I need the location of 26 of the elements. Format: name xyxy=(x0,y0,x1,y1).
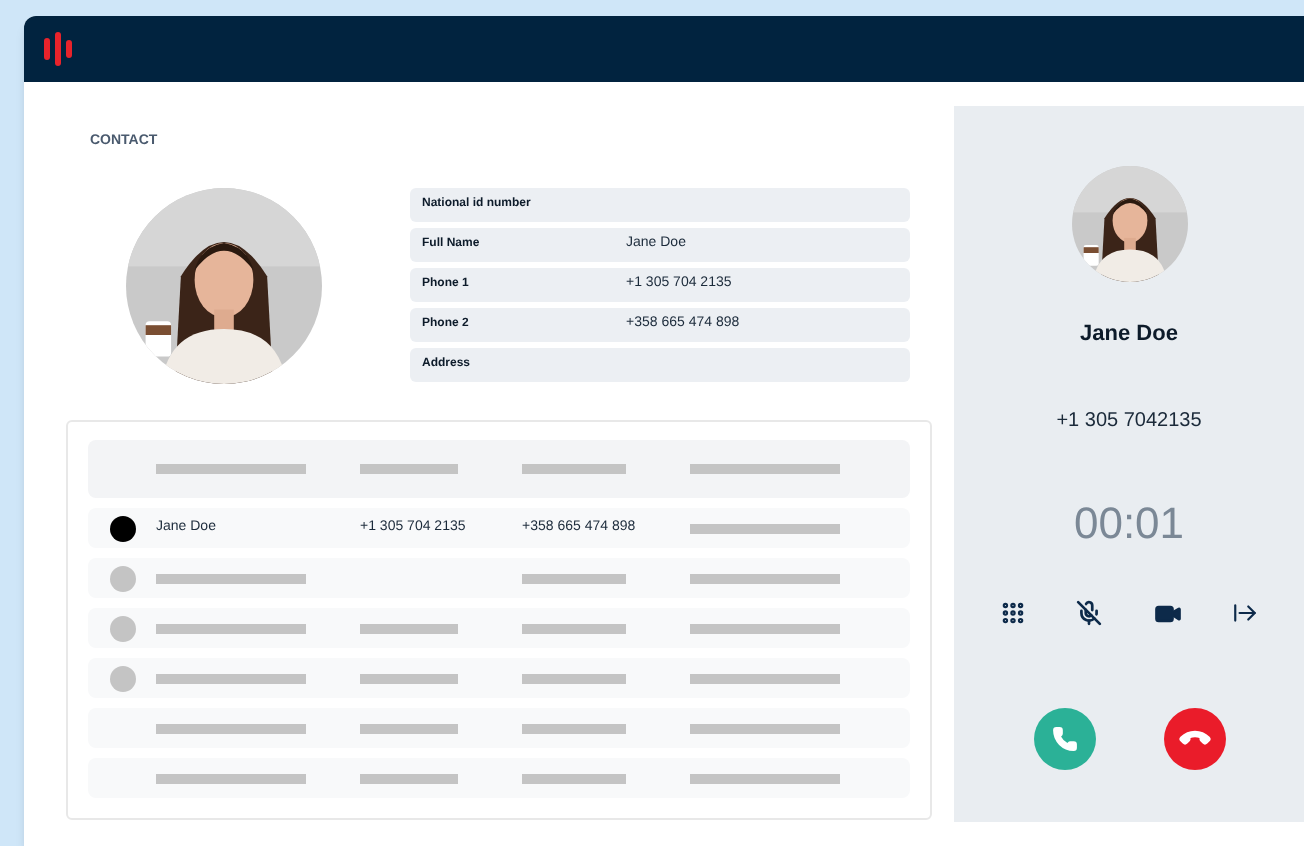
table-row[interactable] xyxy=(88,658,910,698)
call-timer: 00:01 xyxy=(1073,495,1185,551)
transfer-icon[interactable] xyxy=(1232,599,1259,625)
table-row[interactable] xyxy=(88,558,910,598)
placeholder-bar xyxy=(522,673,626,683)
placeholder-bar xyxy=(522,573,626,583)
table-row[interactable] xyxy=(88,758,910,798)
placeholder-bar xyxy=(522,623,626,633)
caller-name: Jane Doe xyxy=(1080,320,1178,350)
logo-icon xyxy=(44,32,72,66)
table-row[interactable] xyxy=(88,608,910,648)
placeholder-bar xyxy=(522,464,626,474)
placeholder-bar xyxy=(360,464,458,474)
placeholder-bar xyxy=(360,773,458,783)
placeholder-bar xyxy=(360,673,458,683)
placeholder-bar xyxy=(522,723,626,733)
keypad-icon[interactable] xyxy=(999,599,1026,625)
placeholder-bar xyxy=(522,773,626,783)
table-row[interactable] xyxy=(88,708,910,748)
answer-button[interactable] xyxy=(1033,707,1095,769)
placeholder-bar xyxy=(360,723,458,733)
hang-up-button[interactable] xyxy=(1163,707,1225,769)
phone-icon xyxy=(1051,725,1077,751)
caller-phone: +1 305 7042135 xyxy=(1056,407,1202,435)
placeholder-bar xyxy=(360,623,458,633)
mute-icon[interactable] xyxy=(1076,599,1103,625)
